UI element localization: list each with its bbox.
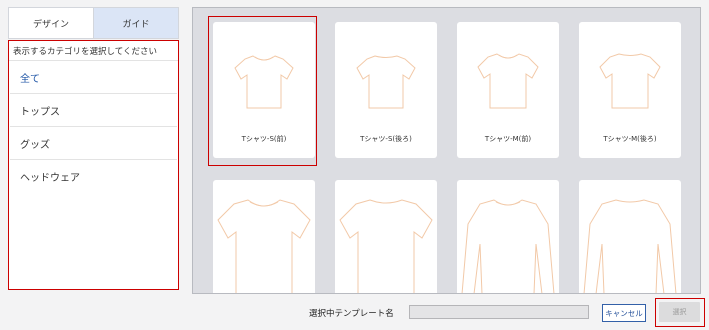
template-label: Tシャツ-S(後ろ) (360, 135, 412, 143)
template-card[interactable] (579, 180, 681, 293)
template-label: Tシャツ-M(前) (484, 135, 532, 143)
tshirt-back-icon (599, 53, 661, 109)
selected-card-highlight (208, 16, 317, 166)
category-item-all[interactable]: 全て (10, 61, 177, 94)
tab-guide[interactable]: ガイド (94, 7, 179, 39)
selected-template-label: 選択中テンプレート名 (309, 309, 394, 319)
tab-design[interactable]: デザイン (8, 7, 94, 39)
category-item-goods[interactable]: グッズ (10, 127, 177, 160)
tshirt-icon (217, 199, 311, 293)
tshirt-front-icon (477, 53, 539, 109)
tab-bar: デザイン ガイド (8, 7, 179, 39)
left-panel: デザイン ガイド 表示するカテゴリを選択してください 全て トップス グッズ ヘ… (8, 7, 179, 290)
cancel-button[interactable]: キャンセル (602, 304, 646, 322)
tshirt-back-icon (356, 55, 416, 109)
category-item-tops[interactable]: トップス (10, 94, 177, 127)
select-button[interactable]: 選択 (659, 302, 700, 322)
tshirt-icon (339, 199, 433, 293)
category-header: 表示するカテゴリを選択してください (9, 41, 178, 61)
category-item-headwear[interactable]: ヘッドウェア (10, 160, 177, 193)
template-card[interactable] (213, 180, 315, 293)
template-card[interactable]: Tシャツ-M(前) (457, 22, 559, 158)
template-card[interactable]: Tシャツ-S(後ろ) (335, 22, 437, 158)
template-card[interactable]: Tシャツ-M(後ろ) (579, 22, 681, 158)
template-card[interactable] (457, 180, 559, 293)
long-sleeve-icon (583, 199, 677, 293)
category-panel: 表示するカテゴリを選択してください 全て トップス グッズ ヘッドウェア (8, 40, 179, 290)
template-label: Tシャツ-M(後ろ) (603, 135, 657, 143)
template-card[interactable] (335, 180, 437, 293)
selected-template-field (409, 305, 589, 319)
long-sleeve-icon (461, 199, 555, 293)
